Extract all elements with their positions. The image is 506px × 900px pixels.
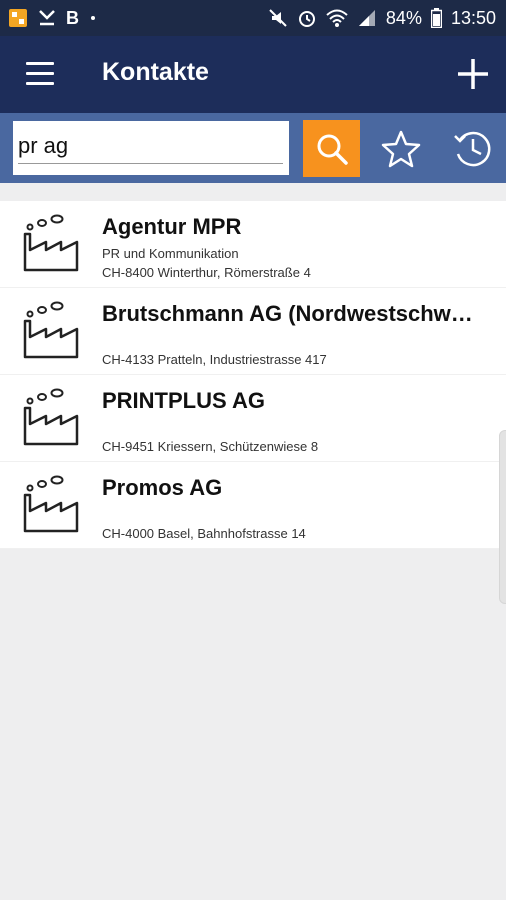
search-box [13, 121, 289, 175]
search-bar [0, 113, 506, 183]
contact-row[interactable]: Promos AG CH-4000 Basel, Bahnhofstrasse … [0, 462, 506, 549]
factory-icon [23, 475, 79, 533]
alarm-icon [298, 11, 315, 27]
add-contact-button[interactable] [455, 56, 491, 92]
contact-address: CH-8400 Winterthur, Römerstraße 4 [102, 265, 311, 280]
factory-icon [23, 301, 79, 359]
status-bar: B 84% 13:50 [0, 0, 506, 36]
notification-app-icon [9, 9, 27, 27]
contact-row[interactable]: Agentur MPR PR und Kommunikation CH-8400… [0, 201, 506, 288]
contact-name: Promos AG [102, 475, 223, 500]
check-icon [39, 10, 55, 26]
history-button[interactable] [451, 127, 495, 171]
contact-address: CH-4133 Pratteln, Industriestrasse 417 [102, 352, 327, 367]
contact-list: Agentur MPR PR und Kommunikation CH-8400… [0, 201, 506, 549]
status-bar-right: 84% 13:50 [268, 8, 496, 29]
battery-icon [430, 8, 442, 28]
factory-icon [23, 214, 79, 272]
battery-percent: 84% [385, 7, 422, 28]
contact-subtitle: PR und Kommunikation [102, 246, 239, 261]
search-input[interactable] [18, 129, 283, 164]
contact-row[interactable]: PRINTPLUS AG CH-9451 Kriessern, Schützen… [0, 375, 506, 462]
favorites-button[interactable] [380, 128, 422, 170]
contact-name: PRINTPLUS AG [102, 388, 265, 413]
contact-address: CH-4000 Basel, Bahnhofstrasse 14 [102, 526, 306, 541]
status-time: 13:50 [450, 7, 496, 28]
contact-name: Brutschmann AG (Nordwestschw… [102, 301, 473, 326]
bold-b-icon: B [66, 7, 79, 28]
search-button[interactable] [303, 120, 360, 177]
contact-address: CH-9451 Kriessern, Schützenwiese 8 [102, 439, 319, 454]
history-icon [454, 131, 491, 167]
plus-icon [458, 59, 488, 89]
factory-icon [23, 388, 79, 446]
wifi-icon [326, 9, 348, 27]
contact-row[interactable]: Brutschmann AG (Nordwestschw… CH-4133 Pr… [0, 288, 506, 375]
star-icon [381, 130, 421, 168]
menu-icon[interactable] [26, 62, 54, 86]
scroll-handle[interactable] [499, 430, 506, 604]
mute-icon [269, 9, 287, 27]
contact-name: Agentur MPR [102, 214, 242, 239]
dot-icon [91, 16, 95, 20]
app-bar: Kontakte [0, 36, 506, 113]
page-title: Kontakte [102, 58, 209, 86]
signal-icon [358, 10, 375, 26]
status-bar-left: B [8, 8, 98, 29]
search-icon [317, 134, 348, 165]
